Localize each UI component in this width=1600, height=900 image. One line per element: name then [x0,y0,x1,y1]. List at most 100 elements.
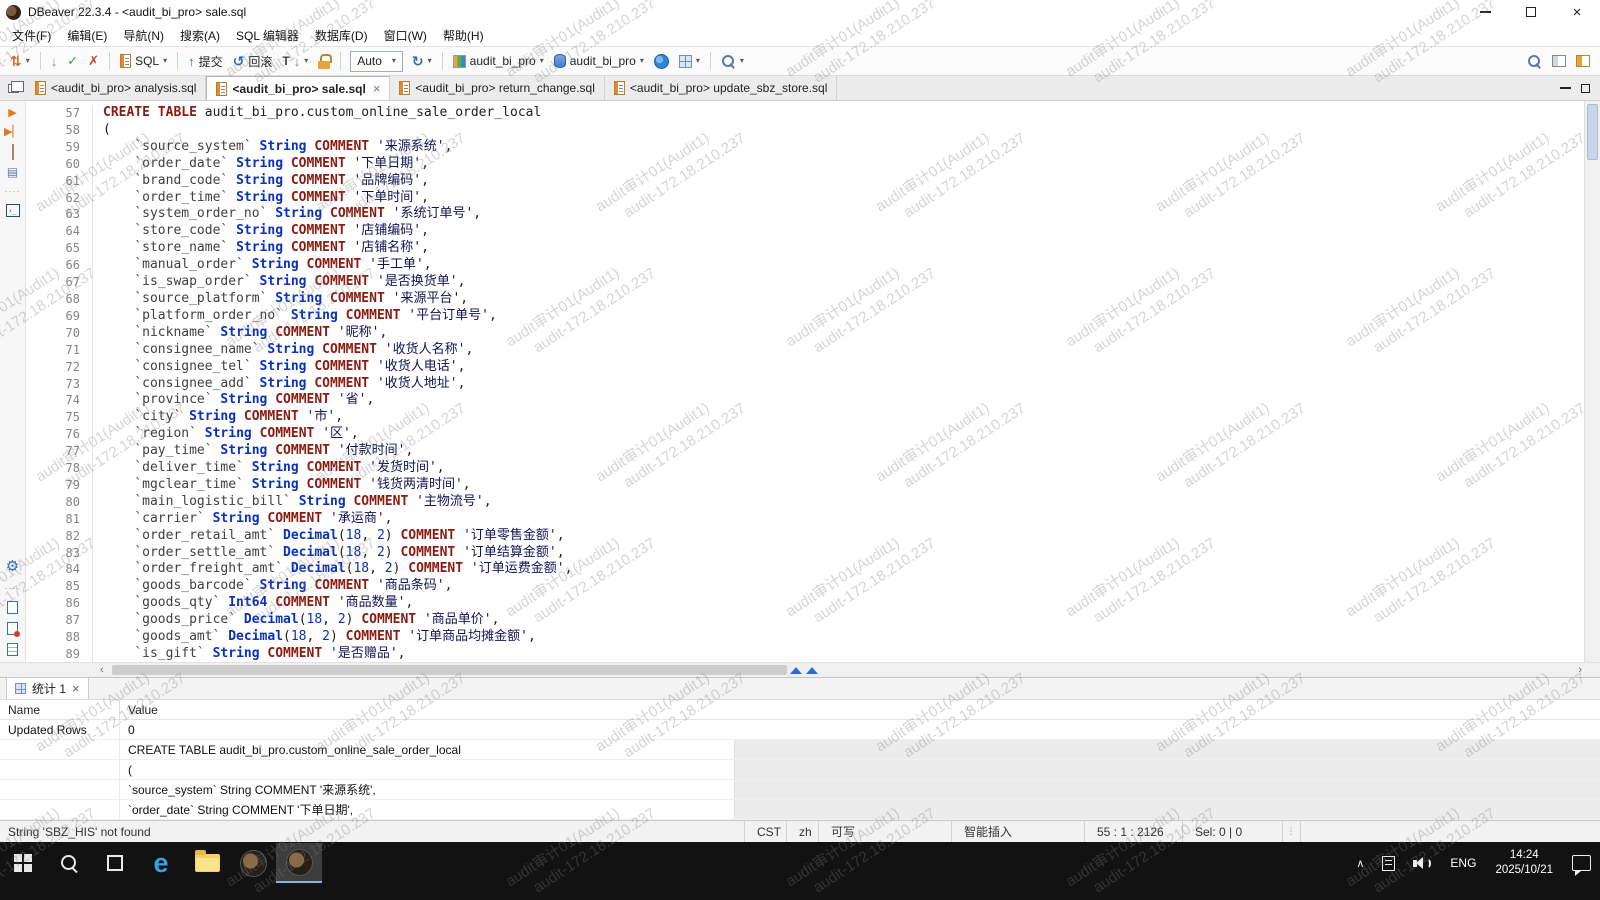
maximize-view-icon[interactable] [1581,84,1590,93]
table-row[interactable]: `order_date` String COMMENT '下单日期', [0,800,1600,820]
code-line[interactable]: 59 `source_system` String COMMENT '来源系统'… [26,139,1584,156]
edge-browser-button[interactable]: e [138,843,184,883]
code-line[interactable]: 58( [26,122,1584,139]
minimize-view-icon[interactable] [1560,87,1571,89]
menu-item[interactable]: 帮助(H) [435,24,492,46]
close-button[interactable]: × [1554,0,1600,24]
connection-select[interactable]: audit_bi_pro ▾ [449,49,548,73]
editor-horizontal-scrollbar[interactable]: ‹ › [0,662,1600,677]
sql-editor[interactable]: 57CREATE TABLE audit_bi_pro.custom_onlin… [26,101,1584,662]
code-line[interactable]: 88 `goods_amt` Decimal(18, 2) COMMENT '订… [26,629,1584,646]
commit-button[interactable]: ↑ 提交 [184,49,227,73]
execute-script-icon[interactable]: ▶▏ [4,127,21,138]
apply-changes-button[interactable]: ✓ [63,49,82,73]
gear-icon[interactable]: ⚙ [6,557,19,575]
status-insert-mode[interactable]: 智能插入 [951,821,1084,842]
code-line[interactable]: 62 `order_time` String COMMENT '下单时间', [26,190,1584,207]
code-line[interactable]: 61 `brand_code` String COMMENT '品牌编码', [26,173,1584,190]
transaction-mode-button[interactable]: T ↓ ▾ [278,49,312,73]
code-line[interactable]: 77 `pay_time` String COMMENT '付款时间', [26,443,1584,460]
editor-vertical-scrollbar[interactable] [1584,101,1600,662]
sql-history-button[interactable]: ↻ ▾ [408,49,436,73]
code-line[interactable]: 75 `city` String COMMENT '市', [26,409,1584,426]
code-line[interactable]: 83 `order_settle_amt` Decimal(18, 2) COM… [26,545,1584,562]
tab-close-icon[interactable]: × [373,81,381,96]
search-dropdown-button[interactable]: ▾ [717,49,748,73]
export-file-icon[interactable] [7,601,18,614]
scrollbar-thumb[interactable] [112,665,787,675]
code-line[interactable]: 65 `store_name` String COMMENT '店铺名称', [26,240,1584,257]
editor-tab[interactable]: <audit_bi_pro> analysis.sql [26,76,206,100]
scrollbar-thumb[interactable] [1587,104,1598,160]
status-selection[interactable]: Sel: 0 | 0 [1182,821,1282,842]
scroll-right-icon[interactable]: › [1578,663,1582,677]
code-line[interactable]: 69 `platform_order_no` String COMMENT '平… [26,308,1584,325]
connection-actions-button[interactable]: ⇅ ▾ [6,49,34,73]
code-line[interactable]: 72 `consignee_tel` String COMMENT '收货人电话… [26,359,1584,376]
file-explorer-button[interactable] [184,843,230,883]
ime-button[interactable] [1373,843,1404,883]
editor-tab[interactable]: <audit_bi_pro> update_sbz_store.sql [605,76,837,100]
quick-search-button[interactable] [1523,49,1546,73]
rollback-button[interactable]: ↺ 回滚 [229,49,277,73]
table-row[interactable]: `source_system` String COMMENT '来源系统', [0,780,1600,800]
code-line[interactable]: 82 `order_retail_amt` Decimal(18, 2) COM… [26,528,1584,545]
menu-item[interactable]: 搜索(A) [172,24,228,46]
menu-item[interactable]: 编辑(E) [59,24,115,46]
terminal-icon[interactable]: ›_ [6,204,20,217]
code-line[interactable]: 73 `consignee_add` String COMMENT '收货人地址… [26,376,1584,393]
code-line[interactable]: 84 `order_freight_amt` Decimal(18, 2) CO… [26,561,1584,578]
code-line[interactable]: 60 `order_date` String COMMENT '下单日期', [26,156,1584,173]
result-layout-button[interactable]: ▾ [675,49,704,73]
task-view-button[interactable] [92,843,138,883]
dbeaver-taskbar-button-active[interactable] [276,843,322,883]
menu-item[interactable]: SQL 编辑器 [228,24,307,46]
toggle-panel-button[interactable] [1548,49,1570,73]
code-line[interactable]: 64 `store_code` String COMMENT '店铺编码', [26,223,1584,240]
code-line[interactable]: 70 `nickname` String COMMENT '昵称', [26,325,1584,342]
code-line[interactable]: 67 `is_swap_order` String COMMENT '是否换货单… [26,274,1584,291]
restore-panels-button[interactable] [0,76,26,100]
code-line[interactable]: 86 `goods_qty` Int64 COMMENT '商品数量', [26,595,1584,612]
code-line[interactable]: 85 `goods_barcode` String COMMENT '商品条码'… [26,578,1584,595]
table-row[interactable]: ( [0,760,1600,780]
code-line[interactable]: 71 `consignee_name` String COMMENT '收货人名… [26,342,1584,359]
code-line[interactable]: 79 `mgclear_time` String COMMENT '钱货两清时间… [26,477,1584,494]
execute-statement-icon[interactable]: ▶ [8,108,16,119]
globe-button[interactable] [650,49,673,73]
code-line[interactable]: 74 `province` String COMMENT '省', [26,392,1584,409]
lock-button[interactable] [314,49,334,73]
status-language[interactable]: zh [786,821,818,842]
table-row[interactable]: CREATE TABLE audit_bi_pro.custom_online_… [0,740,1600,760]
output-grid-icon[interactable]: ▤ [7,166,18,178]
code-line[interactable]: 76 `region` String COMMENT '区', [26,426,1584,443]
grid-file-icon[interactable] [7,643,18,656]
statistics-tab[interactable]: 统计 1 × [6,677,89,699]
editor-tab[interactable]: <audit_bi_pro> sale.sql× [206,76,390,100]
menu-item[interactable]: 窗口(W) [376,24,435,46]
toggle-editor-panel-button[interactable] [1572,49,1594,73]
tab-close-icon[interactable]: × [72,681,80,696]
tray-expand-button[interactable]: ∧ [1347,843,1373,883]
minimize-button[interactable] [1462,0,1508,24]
menu-item[interactable]: 数据库(D) [307,24,376,46]
action-center-button[interactable] [1563,843,1600,883]
scroll-left-icon[interactable]: ‹ [100,663,104,677]
code-line[interactable]: 66 `manual_order` String COMMENT '手工单', [26,257,1584,274]
code-line[interactable]: 89 `is_gift` String COMMENT '是否赠品', [26,646,1584,662]
code-line[interactable]: 87 `goods_price` Decimal(18, 2) COMMENT … [26,612,1584,629]
auto-commit-select[interactable]: Auto ▾ [350,51,403,72]
language-indicator[interactable]: ENG [1441,843,1485,883]
column-header-value[interactable]: Value [120,703,1600,717]
fetch-next-button[interactable]: ↓ [47,49,62,73]
maximize-button[interactable] [1508,0,1554,24]
database-select[interactable]: audit_bi_pro ▾ [550,49,648,73]
dbeaver-taskbar-button[interactable] [230,843,276,883]
code-line[interactable]: 68 `source_platform` String COMMENT '来源平… [26,291,1584,308]
editor-tab[interactable]: <audit_bi_pro> return_change.sql [390,76,604,100]
code-line[interactable]: 57CREATE TABLE audit_bi_pro.custom_onlin… [26,105,1584,122]
status-timezone[interactable]: CST [744,821,786,842]
table-row[interactable]: Updated Rows0 [0,720,1600,740]
menu-item[interactable]: 文件(F) [4,24,59,46]
volume-button[interactable] [1404,843,1441,883]
